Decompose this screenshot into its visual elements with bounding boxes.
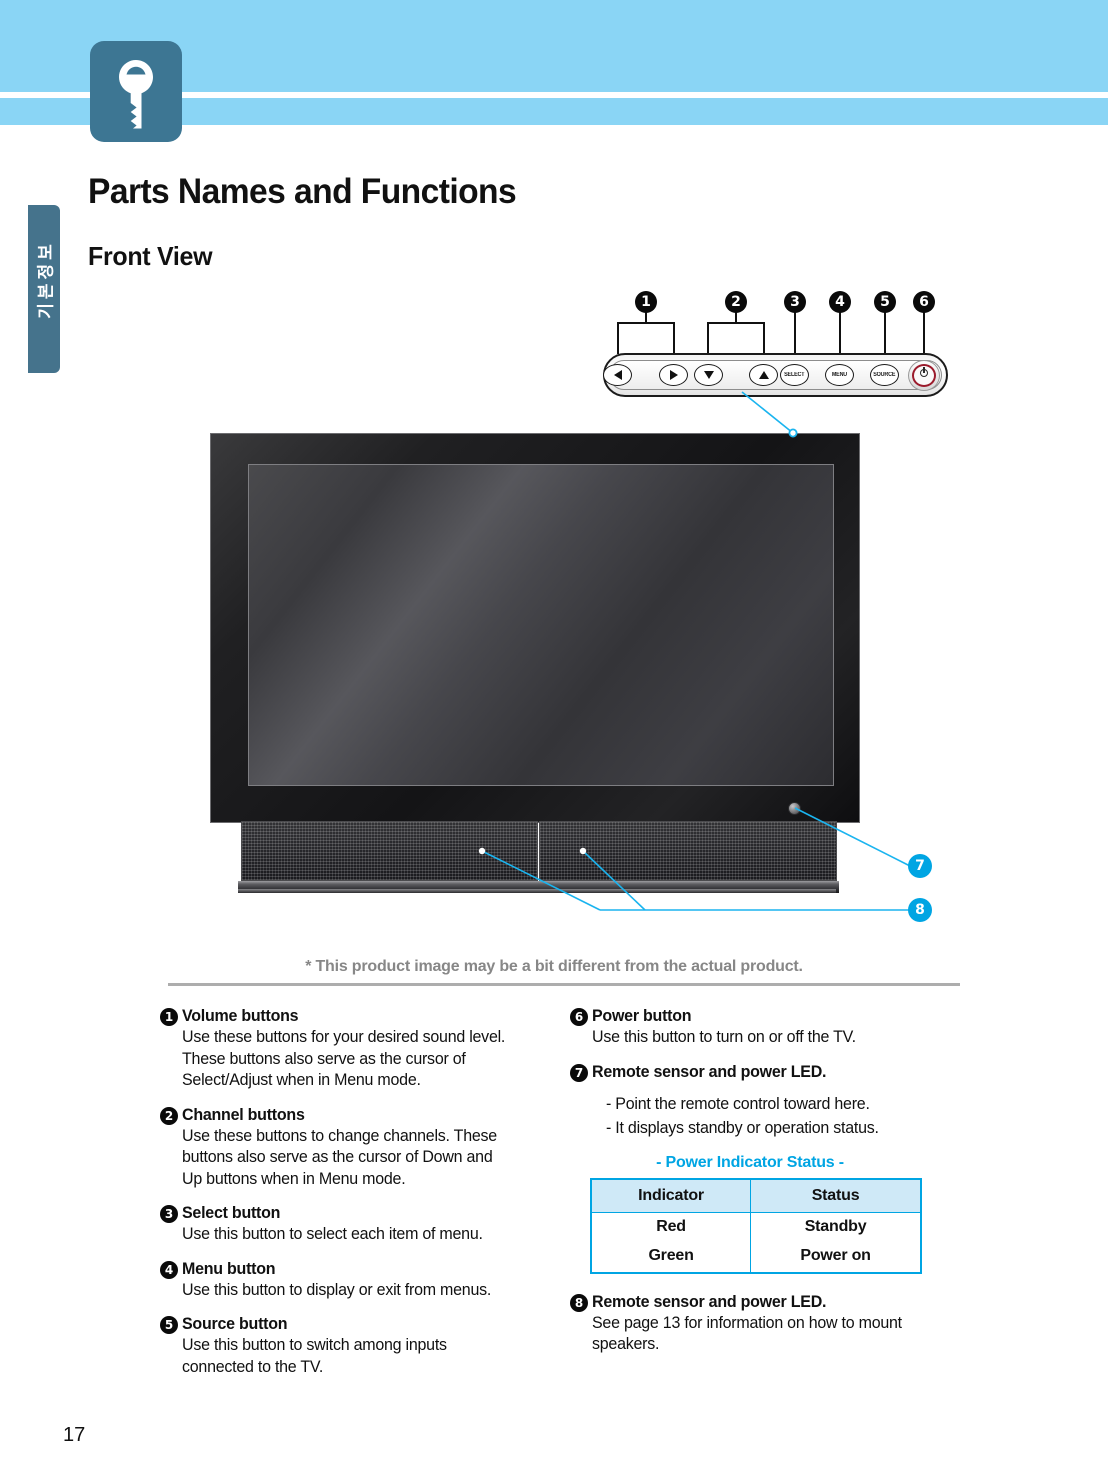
legend-body-5: Use this button to switch among inputs c… bbox=[182, 1335, 549, 1378]
footnote-divider bbox=[168, 983, 960, 986]
legend-item-8: 8 Remote sensor and power LED. See page … bbox=[570, 1292, 970, 1356]
legend-title-5: Source button bbox=[182, 1315, 288, 1333]
legend-body-6: Use this button to turn on or off the TV… bbox=[592, 1027, 959, 1049]
page-number: 17 bbox=[63, 1424, 86, 1446]
legend-line: These buttons also serve as the cursor o… bbox=[182, 1049, 466, 1068]
legend-column-right: 6 Power button Use this button to turn o… bbox=[570, 1006, 970, 1369]
front-view-diagram: 1 2 3 4 5 6 SELECT MENU SOURCE 7 8 bbox=[0, 0, 1108, 1000]
legend-title-2: Channel buttons bbox=[182, 1105, 305, 1124]
status-table-title: - Power Indicator Status - bbox=[656, 1153, 844, 1171]
legend-line: Use these buttons for your desired sound… bbox=[182, 1028, 506, 1046]
table-header-row: Indicator Status bbox=[590, 1178, 922, 1213]
legend-item-1: 1 Volume buttons Use these buttons for y… bbox=[160, 1006, 560, 1092]
callout-8: 8 bbox=[908, 898, 932, 922]
legend-bullet-2: 2 bbox=[160, 1106, 178, 1125]
legend-title-3: Select button bbox=[182, 1204, 281, 1222]
legend-sub-7: - Point the remote control toward here. … bbox=[606, 1092, 959, 1140]
legend-line: Select/Adjust when in Menu mode. bbox=[182, 1071, 421, 1089]
legend-title-4: Menu button bbox=[182, 1259, 276, 1278]
legend-title-8: Remote sensor and power LED. bbox=[592, 1292, 827, 1311]
legend-bullet-1: 1 bbox=[160, 1008, 178, 1026]
legend-title-6: Power button bbox=[592, 1007, 692, 1025]
legend-bullet-6: 6 bbox=[570, 1008, 588, 1026]
legend-line: speakers. bbox=[592, 1335, 660, 1353]
product-image-disclaimer: * This product image may be a bit differ… bbox=[305, 958, 803, 975]
legend-bullet-4: 4 bbox=[160, 1260, 178, 1279]
legend-title-1: Volume buttons bbox=[182, 1007, 299, 1025]
legend-line: connected to the TV. bbox=[182, 1357, 324, 1376]
legend-column-left: 1 Volume buttons Use these buttons for y… bbox=[160, 1006, 560, 1391]
legend-line: Use these buttons to change channels. Th… bbox=[182, 1126, 497, 1145]
legend-line: buttons also serve as the cursor of Down… bbox=[182, 1148, 493, 1166]
legend-line: Use this button to display or exit from … bbox=[182, 1280, 492, 1299]
legend-line: - It displays standby or operation statu… bbox=[606, 1118, 879, 1137]
legend-body-1: Use these buttons for your desired sound… bbox=[182, 1027, 549, 1092]
legend-item-4: 4 Menu button Use this button to display… bbox=[160, 1259, 560, 1302]
legend-title-7: Remote sensor and power LED. bbox=[592, 1062, 827, 1081]
table-cell-status: Power on bbox=[750, 1241, 922, 1273]
table-row: Green Power on bbox=[590, 1241, 922, 1273]
legend-item-7: 7 Remote sensor and power LED. - Point t… bbox=[570, 1062, 970, 1274]
table-row: Red Standby bbox=[590, 1212, 922, 1242]
legend-line: - Point the remote control toward here. bbox=[606, 1094, 870, 1113]
table-cell-indicator: Red bbox=[590, 1212, 752, 1242]
table-header-status: Status bbox=[750, 1178, 922, 1213]
legend-item-3: 3 Select button Use this button to selec… bbox=[160, 1203, 560, 1246]
legend-body-4: Use this button to display or exit from … bbox=[182, 1280, 549, 1302]
legend-bullet-3: 3 bbox=[160, 1205, 178, 1223]
legend-line: See page 13 for information on how to mo… bbox=[592, 1313, 902, 1332]
legend-item-2: 2 Channel buttons Use these buttons to c… bbox=[160, 1105, 560, 1191]
legend-line: Up buttons when in Menu mode. bbox=[182, 1169, 406, 1188]
legend-line: Use this button to switch among inputs bbox=[182, 1336, 447, 1354]
legend-item-6: 6 Power button Use this button to turn o… bbox=[570, 1006, 970, 1049]
power-indicator-status-table: Indicator Status Red Standby Green Power… bbox=[590, 1177, 922, 1274]
legend-item-5: 5 Source button Use this button to switc… bbox=[160, 1314, 560, 1378]
table-cell-indicator: Green bbox=[590, 1241, 752, 1273]
legend-line: Use this button to select each item of m… bbox=[182, 1225, 483, 1243]
legend-body-2: Use these buttons to change channels. Th… bbox=[182, 1126, 549, 1191]
legend-body-8: See page 13 for information on how to mo… bbox=[592, 1313, 959, 1356]
callout-7: 7 bbox=[908, 854, 932, 878]
legend-bullet-7: 7 bbox=[570, 1063, 588, 1082]
legend-bullet-8: 8 bbox=[570, 1293, 588, 1312]
legend-bullet-5: 5 bbox=[160, 1316, 178, 1334]
table-cell-status: Standby bbox=[750, 1212, 922, 1242]
legend-body-3: Use this button to select each item of m… bbox=[182, 1224, 549, 1246]
callout-leader-lines bbox=[478, 391, 911, 911]
legend-line: Use this button to turn on or off the TV… bbox=[592, 1028, 856, 1046]
table-header-indicator: Indicator bbox=[590, 1178, 752, 1213]
